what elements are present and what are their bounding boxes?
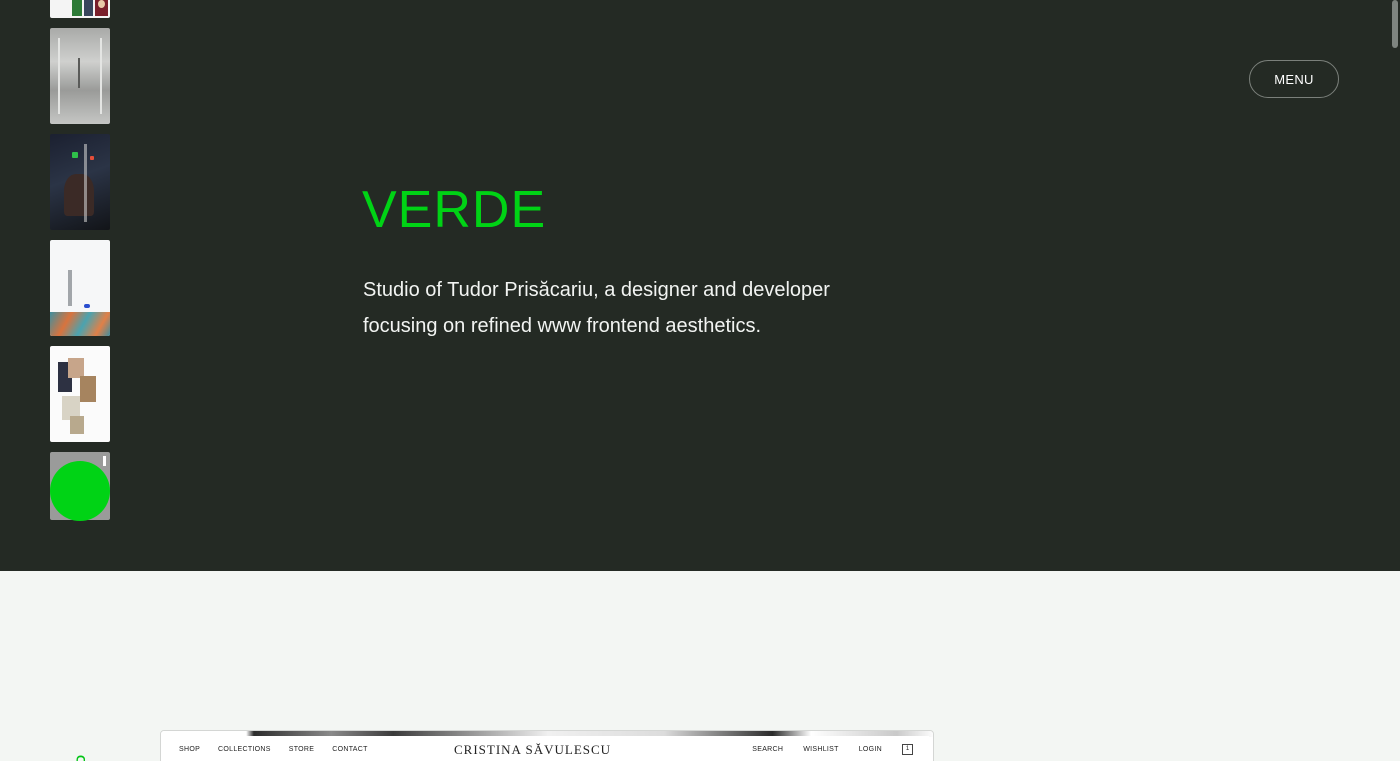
preview-nav-wishlist: WISHLIST: [803, 745, 839, 753]
menu-button[interactable]: MENU: [1249, 60, 1339, 98]
preview-nav-search: SEARCH: [752, 745, 784, 753]
thumbnail-graphic: [84, 304, 90, 308]
thumbnail-graphic: [70, 416, 84, 434]
thumbnail-graphic: [64, 174, 94, 216]
thumbnail-graphic: [72, 152, 78, 158]
thumbnail-graphic: [72, 0, 82, 16]
cursor-dot: [50, 461, 110, 521]
thumbnail-graphic: [103, 456, 106, 466]
preview-nav-right: SEARCH WISHLIST LOGIN 1: [740, 736, 913, 761]
thumbnail-graphic: [80, 376, 96, 402]
bag-icon: 1: [902, 743, 913, 755]
project-thumbnail-5[interactable]: [50, 346, 110, 442]
thumbnail-graphic: [68, 270, 72, 306]
preview-nav-store: STORE: [288, 745, 315, 753]
thumbnail-graphic: [84, 0, 93, 16]
featured-label: URED: [74, 732, 88, 761]
thumbnail-graphic: [90, 156, 94, 160]
project-thumbnail-3[interactable]: [50, 134, 110, 230]
project-thumbnail-1[interactable]: [50, 0, 110, 18]
scrollbar-thumb[interactable]: [1392, 0, 1398, 48]
thumbnail-graphic: [98, 0, 105, 8]
preview-nav-login: LOGIN: [858, 745, 882, 753]
thumbnail-graphic: [58, 38, 60, 114]
project-thumbnail-4[interactable]: [50, 240, 110, 336]
hero-section: MENU VERDE Studio of Tudor Prisăcariu, a…: [0, 0, 1400, 571]
thumbnail-graphic: [100, 38, 102, 114]
preview-nav-collections: COLLECTIONS: [218, 745, 271, 753]
thumbnail-graphic: [50, 312, 110, 336]
thumbnail-graphic: [78, 58, 80, 88]
preview-logo: CRISTINA SĂVULESCU: [454, 742, 612, 757]
preview-nav-contact: CONTACT: [332, 745, 368, 753]
thumbnail-graphic: [84, 144, 87, 222]
thumbnail-graphic: [68, 358, 84, 378]
featured-project-preview[interactable]: SHOP COLLECTIONS STORE CONTACT CRISTINA …: [160, 730, 934, 761]
project-thumbnail-2[interactable]: [50, 28, 110, 124]
preview-navbar: SHOP COLLECTIONS STORE CONTACT CRISTINA …: [167, 736, 929, 761]
brand-tagline: Studio of Tudor Prisăcariu, a designer a…: [363, 279, 830, 337]
page: MENU VERDE Studio of Tudor Prisăcariu, a…: [0, 0, 1400, 761]
brand-title: VERDE: [362, 181, 547, 239]
preview-nav-shop: SHOP: [179, 745, 201, 753]
